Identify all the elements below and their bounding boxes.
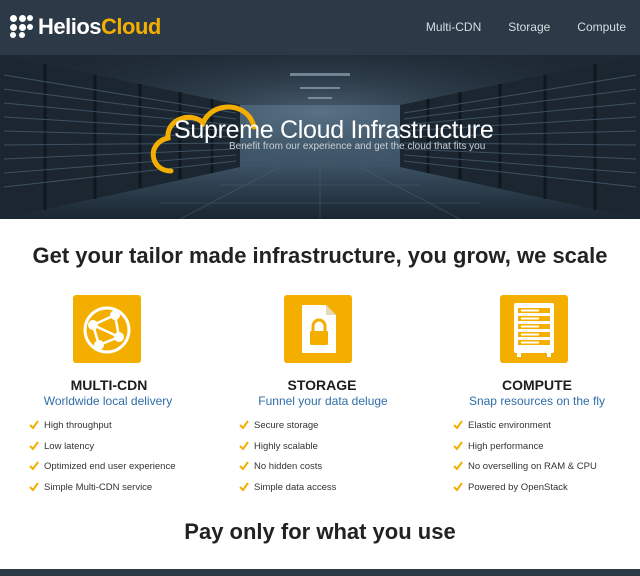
feature-item-text: Optimized end user experience xyxy=(44,461,176,472)
check-icon xyxy=(453,481,463,492)
server-rack-icon[interactable] xyxy=(500,295,568,363)
feature-list: Elastic environment High performance No … xyxy=(453,419,597,501)
logo-text-primary: Helios xyxy=(38,14,102,39)
logo-wordmark: HeliosCloud xyxy=(38,14,161,40)
feature-list: Secure storage Highly scalable No hidden… xyxy=(239,419,336,501)
site-logo[interactable]: HeliosCloud xyxy=(10,14,161,40)
feature-item-text: Highly scalable xyxy=(254,440,318,452)
check-icon xyxy=(453,420,463,430)
list-item: Simple Multi-CDN service xyxy=(29,481,176,502)
main-nav: Multi-CDN Storage Compute xyxy=(399,18,626,36)
check-icon xyxy=(239,461,249,471)
feature-item-text: Elastic environment xyxy=(468,420,551,431)
feature-subtitle: Funnel your data deluge xyxy=(258,394,388,408)
feature-title: STORAGE xyxy=(287,377,357,393)
feature-list: High throughput Low latency Optimized en… xyxy=(29,419,176,501)
list-item: High performance xyxy=(453,440,597,461)
feature-title: MULTI-CDN xyxy=(70,377,148,393)
feature-compute: COMPUTE Snap resources on the fly Elasti… xyxy=(424,295,640,500)
nav-link-multi-cdn[interactable]: Multi-CDN xyxy=(426,18,481,36)
nav-link-storage[interactable]: Storage xyxy=(508,18,550,36)
feature-item-text: Powered by OpenStack xyxy=(468,481,568,493)
feature-item-text: No hidden costs xyxy=(254,461,323,472)
check-icon xyxy=(29,481,39,492)
pricing-heading: Pay only for what you use xyxy=(184,519,456,544)
check-icon xyxy=(453,440,463,451)
hero-subtitle: Benefit from our experience and get the … xyxy=(229,141,486,152)
list-item: No hidden costs xyxy=(239,460,336,481)
top-navbar: HeliosCloud Multi-CDN Storage Compute xyxy=(0,0,640,55)
feature-item-text: Low latency xyxy=(44,440,95,452)
check-icon xyxy=(29,461,39,471)
feature-item-text: Secure storage xyxy=(254,420,319,431)
check-icon xyxy=(239,481,249,492)
logo-dots-icon xyxy=(10,15,34,39)
feature-item-text: High throughput xyxy=(44,420,112,431)
check-icon xyxy=(29,440,39,451)
network-icon[interactable] xyxy=(73,295,141,363)
feature-storage: STORAGE Funnel your data deluge Secure s… xyxy=(210,295,430,500)
feature-item-text: Simple data access xyxy=(254,481,337,493)
list-item: Elastic environment xyxy=(453,419,597,440)
feature-title: COMPUTE xyxy=(502,377,572,393)
list-item: Powered by OpenStack xyxy=(453,481,597,502)
list-item: Low latency xyxy=(29,440,176,461)
check-icon xyxy=(453,461,463,471)
footer-bar xyxy=(0,569,640,576)
list-item: Optimized end user experience xyxy=(29,460,176,481)
list-item: No overselling on RAM & CPU xyxy=(453,460,597,481)
feature-item-text: High performance xyxy=(468,440,544,452)
feature-subtitle: Snap resources on the fly xyxy=(468,394,606,408)
feature-item-text: Simple Multi-CDN service xyxy=(44,481,153,493)
check-icon xyxy=(239,420,249,430)
feature-multi-cdn: MULTI-CDN Worldwide local delivery High … xyxy=(0,295,220,500)
locked-file-icon[interactable] xyxy=(284,295,352,363)
list-item: Simple data access xyxy=(239,481,336,502)
feature-subtitle: Worldwide local delivery xyxy=(43,394,173,408)
list-item: Highly scalable xyxy=(239,440,336,461)
hero-banner: Supreme Cloud Infrastructure Benefit fro… xyxy=(0,55,640,219)
list-item: High throughput xyxy=(29,419,176,440)
list-item: Secure storage xyxy=(239,419,336,440)
section-tagline: Get your tailor made infrastructure, you… xyxy=(32,243,608,268)
nav-link-compute[interactable]: Compute xyxy=(577,18,626,36)
logo-text-accent: Cloud xyxy=(101,14,161,39)
check-icon xyxy=(239,440,249,451)
feature-item-text: No overselling on RAM & CPU xyxy=(468,461,597,472)
check-icon xyxy=(29,420,39,430)
